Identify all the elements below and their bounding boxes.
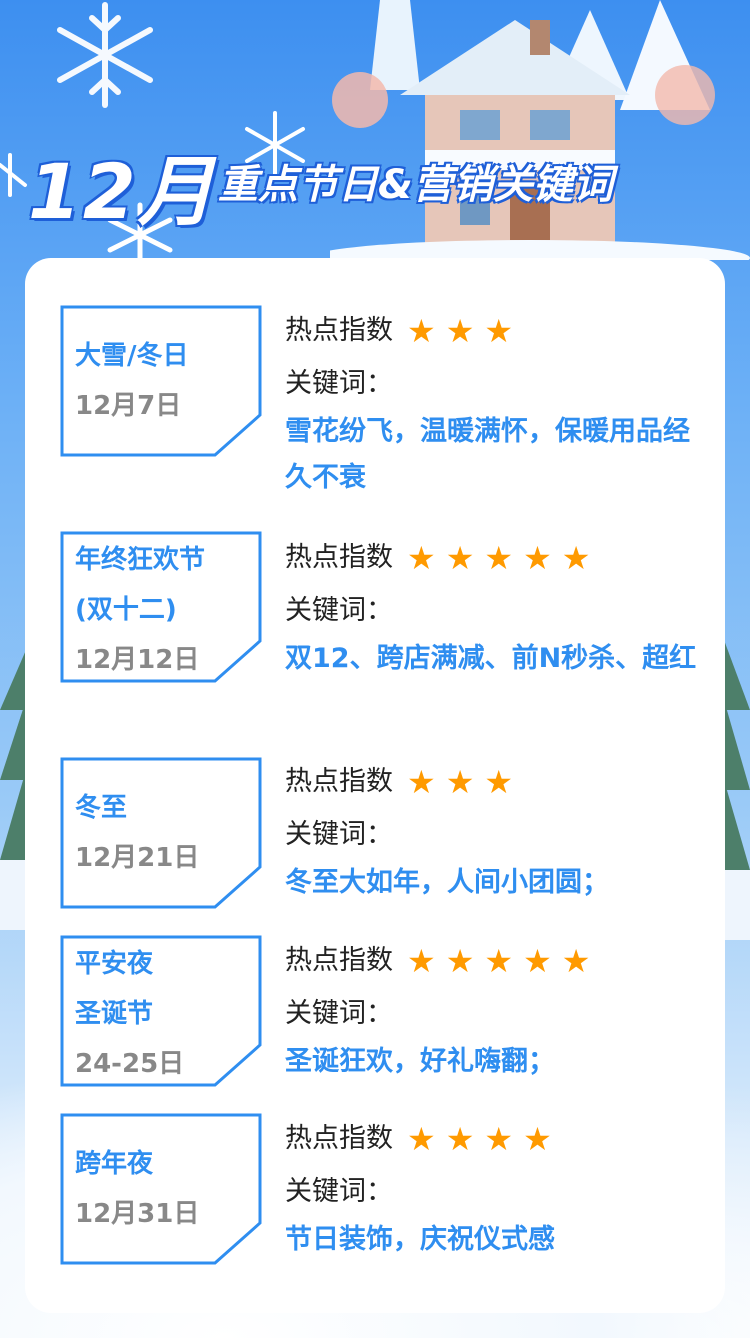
- star-icon: ★: [484, 763, 524, 801]
- star-icon: ★: [523, 539, 562, 577]
- star-icon: ★: [445, 539, 485, 577]
- star-icon: ★: [484, 942, 524, 980]
- festival-info: 热点指数 ★★★ 关键词： 冬至大如年，人间小团圆；: [285, 754, 705, 906]
- star-icon: ★: [407, 942, 446, 980]
- star-icon: ★: [407, 539, 446, 577]
- festival-name: 跨年夜: [75, 1149, 154, 1179]
- star-icon: ★: [445, 1120, 485, 1158]
- star-icon: ★: [484, 1120, 524, 1158]
- star-icon: ★: [523, 942, 562, 980]
- keywords-text: 雪花纷飞，温暖满怀，保暖用品经久不衰: [285, 416, 690, 493]
- festival-date: 12月21日: [75, 843, 200, 873]
- hot-index-label: 热点指数: [285, 315, 393, 346]
- star-icon: ★: [445, 312, 485, 350]
- keywords-text: 圣诞狂欢，好礼嗨翻；: [285, 1046, 555, 1077]
- list-item: 冬至 12月21日 热点指数 ★★★ 关键词： 冬至大如年，人间小团圆；: [25, 757, 725, 917]
- festival-label: 年终狂欢节 (双十二) 12月12日: [60, 531, 262, 683]
- star-icon: ★: [407, 1120, 446, 1158]
- festival-date: 12月7日: [75, 391, 182, 421]
- keywords-text: 双12、跨店满减、前N秒杀、超红: [285, 643, 697, 674]
- hot-index-label: 热点指数: [285, 766, 393, 797]
- hot-index: 热点指数 ★★★★★: [285, 530, 705, 586]
- star-icon: ★: [523, 1120, 562, 1158]
- snowflake-icon: [57, 2, 153, 108]
- festival-name: 年终狂欢节: [75, 545, 206, 575]
- pine-tree-icon: [724, 640, 750, 940]
- snowflake-icon: [0, 153, 27, 197]
- star-rating: ★★★: [407, 303, 523, 359]
- keywords-text: 节日装饰，庆祝仪式感: [285, 1224, 555, 1255]
- star-rating: ★★★★: [407, 1111, 562, 1167]
- hot-index: 热点指数 ★★★: [285, 303, 705, 359]
- star-icon: ★: [561, 539, 601, 577]
- festival-name: 大雪/冬日: [75, 341, 189, 371]
- festival-label: 冬至 12月21日: [60, 757, 262, 909]
- festival-info: 热点指数 ★★★ 关键词： 雪花纷飞，温暖满怀，保暖用品经久不衰: [285, 303, 705, 501]
- keywords-label: 关键词：: [285, 368, 393, 399]
- list-item: 平安夜 圣诞节 24-25日 热点指数 ★★★★★ 关键词： 圣诞狂欢，好礼嗨翻；: [25, 935, 725, 1095]
- hot-index-label: 热点指数: [285, 542, 393, 573]
- star-rating: ★★★★★: [407, 530, 600, 586]
- festival-info: 热点指数 ★★★★★ 关键词： 圣诞狂欢，好礼嗨翻；: [285, 933, 705, 1085]
- festival-name: 圣诞节: [75, 999, 154, 1029]
- star-icon: ★: [407, 763, 446, 801]
- pine-tree-icon: [0, 650, 26, 930]
- star-rating: ★★★: [407, 754, 523, 810]
- hot-index: 热点指数 ★★★★★: [285, 933, 705, 989]
- keywords-label: 关键词：: [285, 819, 393, 850]
- list-item: 大雪/冬日 12月7日 热点指数 ★★★ 关键词： 雪花纷飞，温暖满怀，保暖用品经…: [25, 305, 725, 493]
- star-icon: ★: [484, 312, 524, 350]
- keywords-label: 关键词：: [285, 998, 393, 1029]
- page-title: 12月 重点节日&营销关键词: [28, 130, 728, 236]
- hot-index-label: 热点指数: [285, 945, 393, 976]
- festival-label: 平安夜 圣诞节 24-25日: [60, 935, 262, 1087]
- title-subtitle: 重点节日&营销关键词: [218, 162, 613, 208]
- festival-label: 跨年夜 12月31日: [60, 1113, 262, 1265]
- content-card: 大雪/冬日 12月7日 热点指数 ★★★ 关键词： 雪花纷飞，温暖满怀，保暖用品经…: [25, 258, 725, 1313]
- hot-index: 热点指数 ★★★★: [285, 1111, 705, 1167]
- keywords-label: 关键词：: [285, 1176, 393, 1207]
- list-item: 跨年夜 12月31日 热点指数 ★★★★ 关键词： 节日装饰，庆祝仪式感: [25, 1113, 725, 1273]
- title-month: 12月: [28, 147, 216, 236]
- keywords-label: 关键词：: [285, 595, 393, 626]
- festival-name: (双十二): [75, 595, 177, 625]
- hot-index: 热点指数 ★★★: [285, 754, 705, 810]
- star-icon: ★: [445, 763, 485, 801]
- list-item: 年终狂欢节 (双十二) 12月12日 热点指数 ★★★★★ 关键词： 双12、跨店…: [25, 531, 725, 711]
- festival-info: 热点指数 ★★★★ 关键词： 节日装饰，庆祝仪式感: [285, 1111, 705, 1263]
- star-icon: ★: [484, 539, 524, 577]
- star-icon: ★: [407, 312, 446, 350]
- keywords-text: 冬至大如年，人间小团圆；: [285, 867, 609, 898]
- hot-index-label: 热点指数: [285, 1123, 393, 1154]
- festival-date: 12月12日: [75, 645, 200, 675]
- star-icon: ★: [445, 942, 485, 980]
- festival-name: 平安夜: [75, 949, 154, 979]
- festival-date: 12月31日: [75, 1199, 200, 1229]
- festival-info: 热点指数 ★★★★★ 关键词： 双12、跨店满减、前N秒杀、超红: [285, 530, 705, 682]
- festival-date: 24-25日: [75, 1049, 185, 1079]
- star-rating: ★★★★★: [407, 933, 600, 989]
- festival-label: 大雪/冬日 12月7日: [60, 305, 262, 457]
- star-icon: ★: [561, 942, 601, 980]
- festival-name: 冬至: [75, 793, 128, 823]
